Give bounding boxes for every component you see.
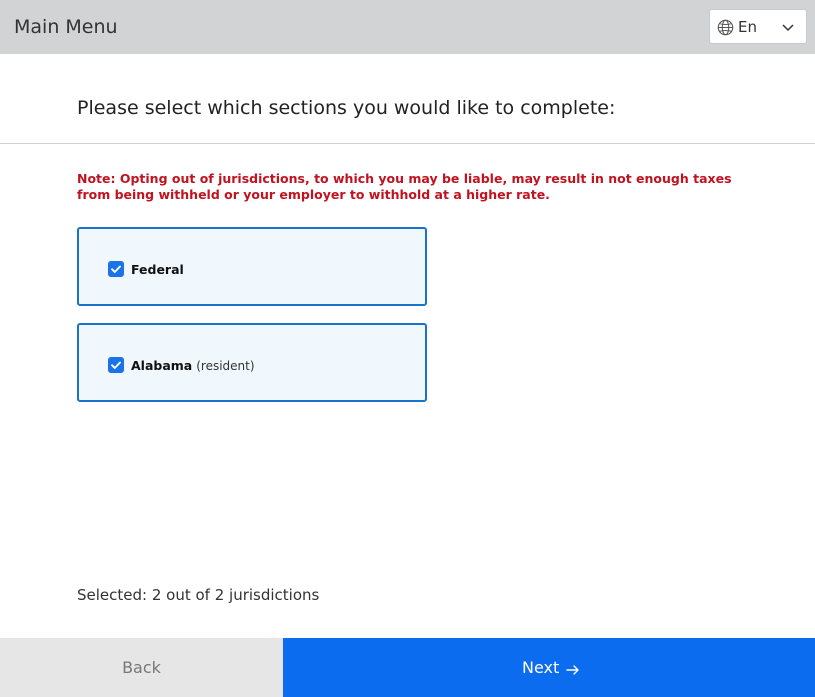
jurisdiction-name: Alabama [131,358,193,373]
globe-icon [717,19,734,36]
back-button[interactable]: Back [0,638,283,697]
divider [0,143,815,144]
jurisdiction-label: Alabama (resident) [131,358,255,374]
page-title: Main Menu [14,16,118,38]
jurisdiction-card-federal[interactable]: Federal [77,227,427,306]
jurisdiction-qualifier: (resident) [196,359,255,373]
next-button-label: Next [522,658,560,677]
jurisdiction-name: Federal [131,262,184,277]
federal-checkbox[interactable] [108,261,124,277]
checkmark-icon [111,361,121,369]
alabama-checkbox[interactable] [108,357,124,373]
checkmark-icon [111,265,121,273]
arrow-right-icon [566,665,579,675]
next-button[interactable]: Next [283,638,815,697]
jurisdiction-card-alabama[interactable]: Alabama (resident) [77,323,427,402]
section-heading: Please select which sections you would l… [77,97,616,119]
language-value: En [738,18,757,36]
jurisdiction-label: Federal [131,262,184,278]
language-selector[interactable]: En [709,9,807,44]
top-bar: Main Menu En [0,0,815,54]
chevron-down-icon [782,24,794,32]
selection-summary: Selected: 2 out of 2 jurisdictions [77,586,320,604]
warning-note: Note: Opting out of jurisdictions, to wh… [77,171,732,202]
